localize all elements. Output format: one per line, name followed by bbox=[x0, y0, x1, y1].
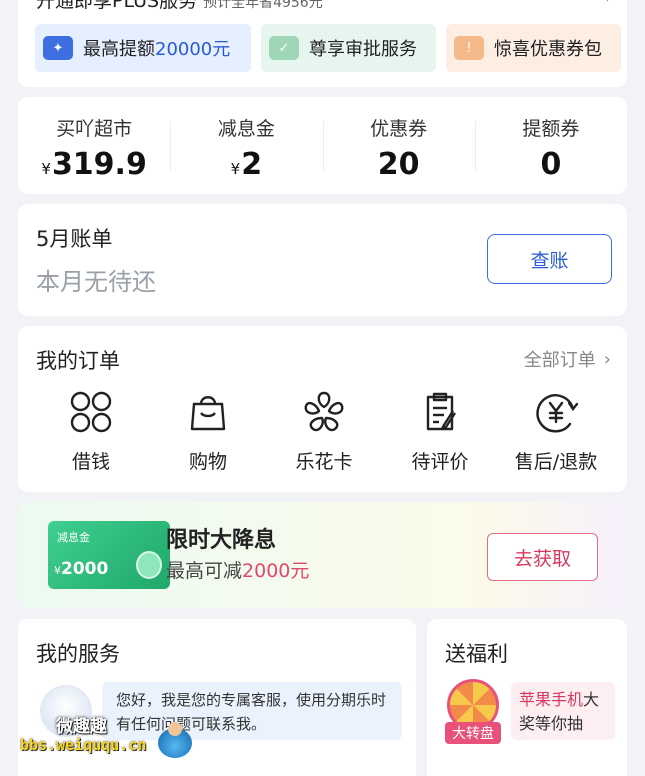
plus-subtitle: 预计全年省4956元 bbox=[203, 0, 323, 11]
refund-yen-icon bbox=[536, 394, 579, 433]
stat-value-wrap: 20 bbox=[323, 147, 475, 182]
order-item-label: 待评价 bbox=[411, 451, 469, 473]
order-item-label: 乐花卡 bbox=[295, 451, 353, 473]
stat-value: 20 bbox=[377, 147, 420, 182]
stat-value-wrap: ¥319.9 bbox=[18, 147, 170, 182]
receipt-check-icon: ✓ bbox=[269, 36, 299, 60]
review-clipboard-icon bbox=[426, 392, 457, 431]
stat-value: 319.9 bbox=[51, 147, 147, 182]
stat-value: 0 bbox=[540, 147, 562, 182]
watermark-site-url: bbs.weiququ.cn bbox=[20, 736, 147, 754]
perk-approval-service[interactable]: ✓ 尊享审批服务 bbox=[261, 24, 436, 72]
interest-voucher-image: 减息金 ¥2000 bbox=[48, 521, 170, 589]
stat-label: 提额券 bbox=[522, 118, 580, 140]
plus-title: 开通即享PLUS服务 bbox=[36, 0, 198, 12]
all-orders-label: 全部订单 bbox=[523, 350, 596, 371]
perk-credit-increase[interactable]: ✦ 最高提额 20000元 bbox=[35, 24, 251, 72]
coin-icon bbox=[136, 551, 162, 579]
order-item-borrow[interactable]: 借钱 bbox=[31, 389, 151, 474]
watermark-corner: 线报首发社区 bbox=[524, 748, 608, 764]
perk-label: 最高提额 bbox=[83, 39, 155, 60]
chevron-right-icon: › bbox=[603, 348, 611, 370]
welfare-message[interactable]: 苹果手机大奖等你抽 bbox=[511, 682, 615, 740]
get-promo-button[interactable]: 去获取 bbox=[487, 533, 598, 581]
order-item-shopping[interactable]: 购物 bbox=[148, 389, 268, 474]
clover-icon bbox=[70, 391, 112, 433]
promo-subtitle: 最高可减2000元 bbox=[166, 556, 309, 583]
stat-coupons[interactable]: 优惠券 20 bbox=[322, 97, 475, 194]
watermark-site-name: 微趣趣 bbox=[56, 717, 107, 737]
bill-status: 本月无待还 bbox=[36, 268, 156, 296]
voucher-amount-wrap: ¥2000 bbox=[54, 559, 108, 579]
perk-coupon-pack[interactable]: ! 惊喜优惠券包 bbox=[446, 24, 621, 72]
stat-value-wrap: ¥2 bbox=[170, 147, 322, 182]
currency-symbol: ¥ bbox=[230, 160, 241, 178]
perk-label: 尊享审批服务 bbox=[309, 39, 417, 60]
service-message[interactable]: 您好，我是您的专属客服，使用分期乐时有任何问题可联系我。 bbox=[102, 682, 402, 740]
interest-promo-banner[interactable]: 减息金 ¥2000 限时大降息 最高可减2000元 去获取 bbox=[18, 502, 627, 608]
stat-value-wrap: 0 bbox=[475, 147, 627, 182]
perk-label: 惊喜优惠券包 bbox=[494, 39, 602, 60]
perk-value: 20000元 bbox=[155, 39, 231, 60]
order-item-label: 售后/退款 bbox=[514, 451, 598, 473]
promo-subtitle-prefix: 最高可减 bbox=[166, 560, 243, 582]
gift-icon: ✦ bbox=[43, 36, 73, 60]
order-item-label: 借钱 bbox=[71, 451, 110, 473]
my-orders-card: 我的订单 全部订单 › 借钱 购物 乐花卡 待评价 售后/退款 bbox=[18, 326, 627, 492]
all-orders-link[interactable]: 全部订单 › bbox=[524, 346, 611, 372]
order-item-after-sales[interactable]: 售后/退款 bbox=[496, 389, 616, 474]
stat-interest-reduction[interactable]: 减息金 ¥2 bbox=[170, 97, 322, 194]
plus-header: 开通即享PLUS服务 预计全年省4956元 bbox=[36, 0, 323, 13]
order-item-to-review[interactable]: 待评价 bbox=[380, 389, 500, 474]
promo-title: 限时大降息 bbox=[166, 528, 277, 553]
order-item-label: 购物 bbox=[188, 451, 227, 473]
currency-symbol: ¥ bbox=[41, 160, 51, 178]
stat-label: 买吖超市 bbox=[56, 118, 133, 140]
promo-subtitle-amount: 2000元 bbox=[242, 560, 310, 582]
welfare-title: 送福利 bbox=[445, 642, 508, 666]
chevron-right-icon[interactable]: › bbox=[605, 0, 613, 8]
voucher-amount: 2000 bbox=[61, 559, 109, 579]
orders-title: 我的订单 bbox=[36, 349, 120, 373]
check-bill-button[interactable]: 查账 bbox=[487, 234, 612, 284]
flower-card-icon bbox=[304, 391, 344, 432]
order-item-lehua-card[interactable]: 乐花卡 bbox=[264, 389, 384, 474]
voucher-tag: 减息金 bbox=[57, 531, 90, 544]
assets-stats-card: 买吖超市 ¥319.9 减息金 ¥2 优惠券 20 提额券 0 bbox=[18, 97, 627, 194]
watermark-mascot-icon bbox=[158, 722, 192, 758]
stat-mall[interactable]: 买吖超市 ¥319.9 bbox=[18, 97, 170, 194]
prize-wheel-badge[interactable]: 大转盘 bbox=[445, 722, 501, 744]
welfare-highlight: 苹果手机 bbox=[519, 690, 584, 709]
stat-label: 优惠券 bbox=[370, 118, 428, 140]
stat-value: 2 bbox=[241, 147, 263, 182]
currency-symbol: ¥ bbox=[54, 564, 61, 577]
coupon-icon: ! bbox=[454, 36, 484, 60]
service-title: 我的服务 bbox=[36, 642, 120, 666]
plus-card[interactable]: 开通即享PLUS服务预计全年省4956元 › ✦ 最高提额20000元 ✓ 尊享… bbox=[18, 0, 627, 87]
bill-title: 5月账单 bbox=[36, 227, 113, 251]
bill-card: 5月账单 本月无待还 查账 bbox=[18, 204, 627, 316]
stat-label: 减息金 bbox=[217, 118, 275, 140]
shopping-bag-icon bbox=[190, 396, 226, 431]
stat-credit-coupons[interactable]: 提额券 0 bbox=[474, 97, 627, 194]
